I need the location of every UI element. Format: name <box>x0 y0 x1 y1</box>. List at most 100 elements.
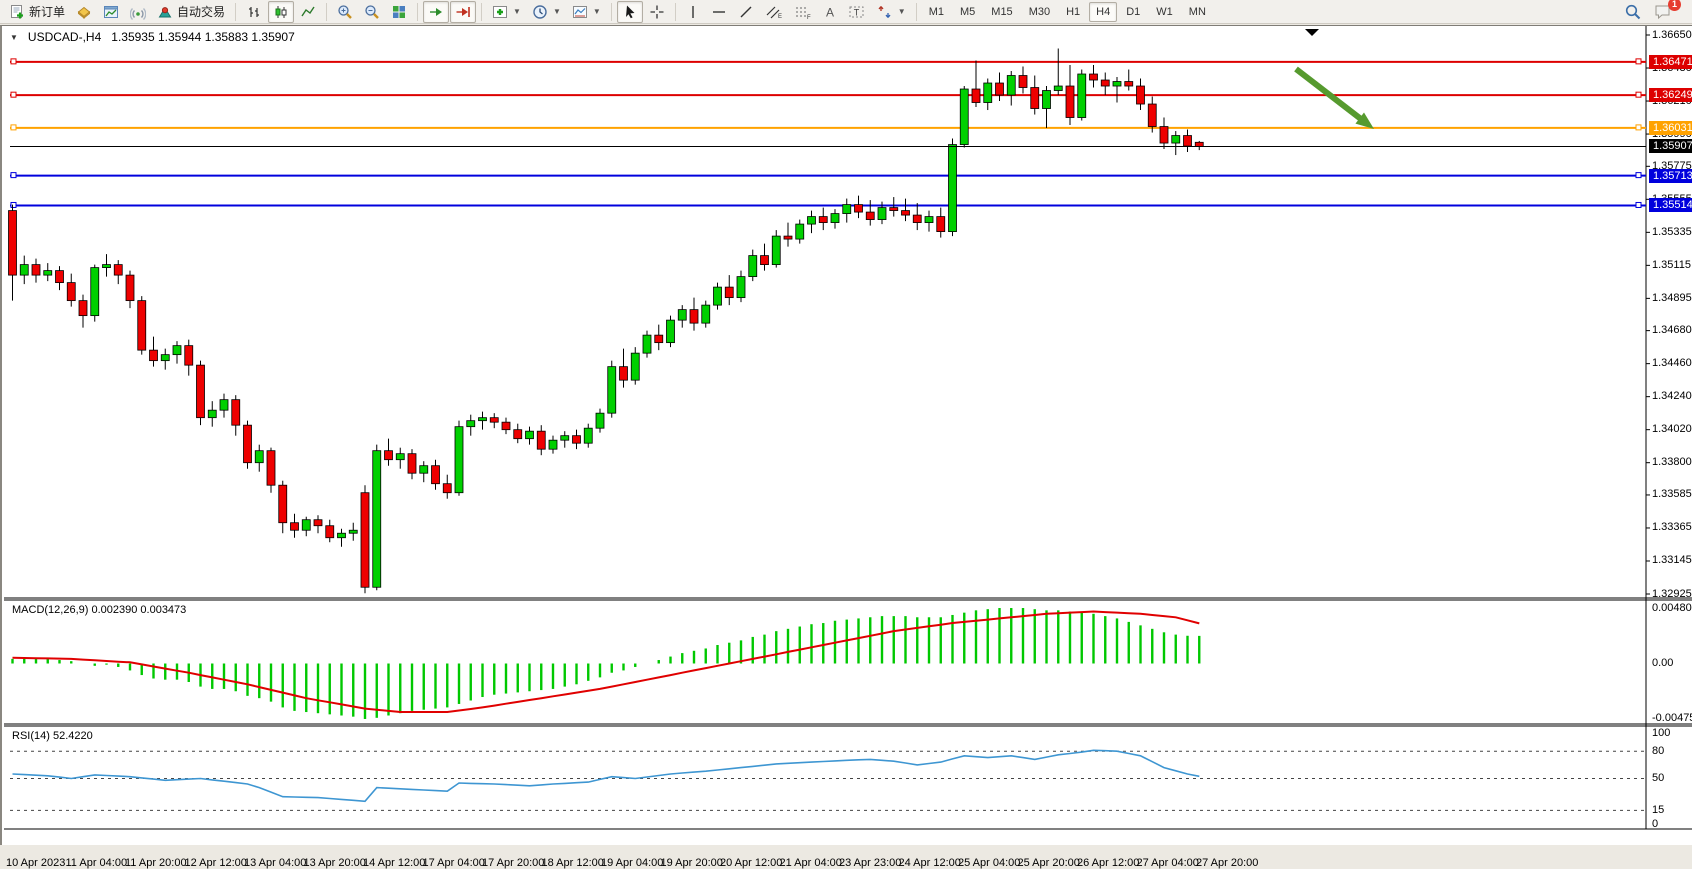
candle <box>349 530 357 533</box>
line-chart-button[interactable] <box>295 1 321 23</box>
zoom-in-button[interactable] <box>332 1 358 23</box>
svg-text:A: A <box>826 5 834 19</box>
timeframe-w1[interactable]: W1 <box>1149 2 1180 22</box>
chart-canvas[interactable] <box>2 26 1692 846</box>
candle <box>537 431 545 449</box>
signal-button[interactable] <box>125 1 151 23</box>
cursor-button[interactable] <box>617 1 643 23</box>
tile-windows-button[interactable] <box>386 1 412 23</box>
candle <box>561 436 569 441</box>
timeframe-m30[interactable]: M30 <box>1022 2 1057 22</box>
arrows-icon <box>877 4 893 20</box>
search-button[interactable] <box>1619 1 1647 23</box>
timeframe-m15[interactable]: M15 <box>984 2 1019 22</box>
candle <box>749 256 757 277</box>
rsi-tick: 15 <box>1652 804 1664 817</box>
rsi-label: RSI(14) 52.4220 <box>12 730 93 742</box>
candle <box>1125 82 1133 87</box>
price-line-badge: 1.36249 <box>1649 88 1692 102</box>
timeframe-d1[interactable]: D1 <box>1119 2 1147 22</box>
candle <box>855 205 863 213</box>
date-label: 18 Apr 12:00 <box>542 857 604 869</box>
candle <box>150 350 158 361</box>
candle <box>32 265 40 276</box>
chevron-down-icon: ▼ <box>593 7 601 16</box>
collapse-triangle-icon[interactable]: ▼ <box>10 33 18 42</box>
timeframe-h4[interactable]: H4 <box>1089 2 1117 22</box>
chevron-down-icon: ▼ <box>513 7 521 16</box>
timeframe-h1[interactable]: H1 <box>1059 2 1087 22</box>
date-label: 11 Apr 04:00 <box>66 857 128 869</box>
auto-scroll-button[interactable] <box>423 1 449 23</box>
date-label: 27 Apr 04:00 <box>1137 857 1199 869</box>
templates-button[interactable]: ▼ <box>567 1 606 23</box>
timeframe-m5[interactable]: M5 <box>953 2 982 22</box>
candle <box>514 430 522 439</box>
date-label: 14 Apr 12:00 <box>363 857 425 869</box>
candle <box>420 466 428 474</box>
price-tick: 1.33145 <box>1652 554 1692 567</box>
candle <box>373 451 381 588</box>
trendline-button[interactable] <box>733 1 759 23</box>
candle <box>972 89 980 103</box>
candle <box>197 365 205 418</box>
separator <box>611 3 612 21</box>
quote-box-icon <box>76 4 92 20</box>
timeframe-m1[interactable]: M1 <box>922 2 951 22</box>
horizontal-line-button[interactable] <box>706 1 732 23</box>
candle <box>1031 88 1039 109</box>
candle <box>291 523 299 531</box>
candle <box>608 367 616 414</box>
candle <box>161 355 169 361</box>
candle <box>1043 91 1051 109</box>
equidistant-channel-button[interactable]: E <box>760 1 788 23</box>
text-label-button[interactable]: T <box>843 1 871 23</box>
zoom-out-button[interactable] <box>359 1 385 23</box>
candle <box>737 277 745 298</box>
price-tick: 1.33585 <box>1652 488 1692 501</box>
date-label: 19 Apr 20:00 <box>661 857 723 869</box>
zoom-in-icon <box>337 4 353 20</box>
candle <box>831 214 839 223</box>
candle <box>949 145 957 232</box>
price-tick: 1.34240 <box>1652 390 1692 403</box>
auto-trading-button[interactable]: 自动交易 <box>152 1 230 23</box>
separator <box>675 3 676 21</box>
chart-title: ▼ USDCAD-,H4 1.35935 1.35944 1.35883 1.3… <box>10 30 295 44</box>
date-label: 21 Apr 04:00 <box>780 857 842 869</box>
candle <box>1090 74 1098 80</box>
timeframe-mn[interactable]: MN <box>1182 2 1213 22</box>
new-order-button[interactable]: 新订单 <box>4 1 70 23</box>
indicators-button[interactable]: ▼ <box>487 1 526 23</box>
price-line-badge: 1.36031 <box>1649 121 1692 135</box>
chart-shift-button[interactable] <box>450 1 476 23</box>
vertical-line-button[interactable] <box>681 1 705 23</box>
price-line-badge: 1.36471 <box>1649 55 1692 69</box>
candle <box>126 275 134 301</box>
candle <box>1195 142 1203 146</box>
separator <box>916 3 917 21</box>
arrows-button[interactable]: ▼ <box>872 1 911 23</box>
date-label: 13 Apr 20:00 <box>304 857 366 869</box>
crosshair-button[interactable] <box>644 1 670 23</box>
quote-box-button[interactable] <box>71 1 97 23</box>
candle <box>960 89 968 145</box>
notification-badge: 1 <box>1668 0 1681 11</box>
chart-profile-button[interactable] <box>98 1 124 23</box>
candle <box>67 283 75 301</box>
candle <box>690 310 698 324</box>
fibonacci-icon: F <box>794 4 812 20</box>
fibonacci-button[interactable]: F <box>789 1 817 23</box>
chart-window[interactable]: ▼ USDCAD-,H4 1.35935 1.35944 1.35883 1.3… <box>0 25 1692 845</box>
candle <box>255 451 263 463</box>
candle <box>902 211 910 216</box>
bar-chart-button[interactable] <box>241 1 267 23</box>
price-tick: 1.33800 <box>1652 456 1692 469</box>
candle <box>502 422 510 430</box>
periods-button[interactable]: ▼ <box>527 1 566 23</box>
text-button[interactable]: A <box>818 1 842 23</box>
chat-button[interactable]: 1 <box>1648 1 1678 23</box>
candle <box>667 320 675 343</box>
date-label: 24 Apr 12:00 <box>899 857 961 869</box>
candlestick-button[interactable] <box>268 1 294 23</box>
